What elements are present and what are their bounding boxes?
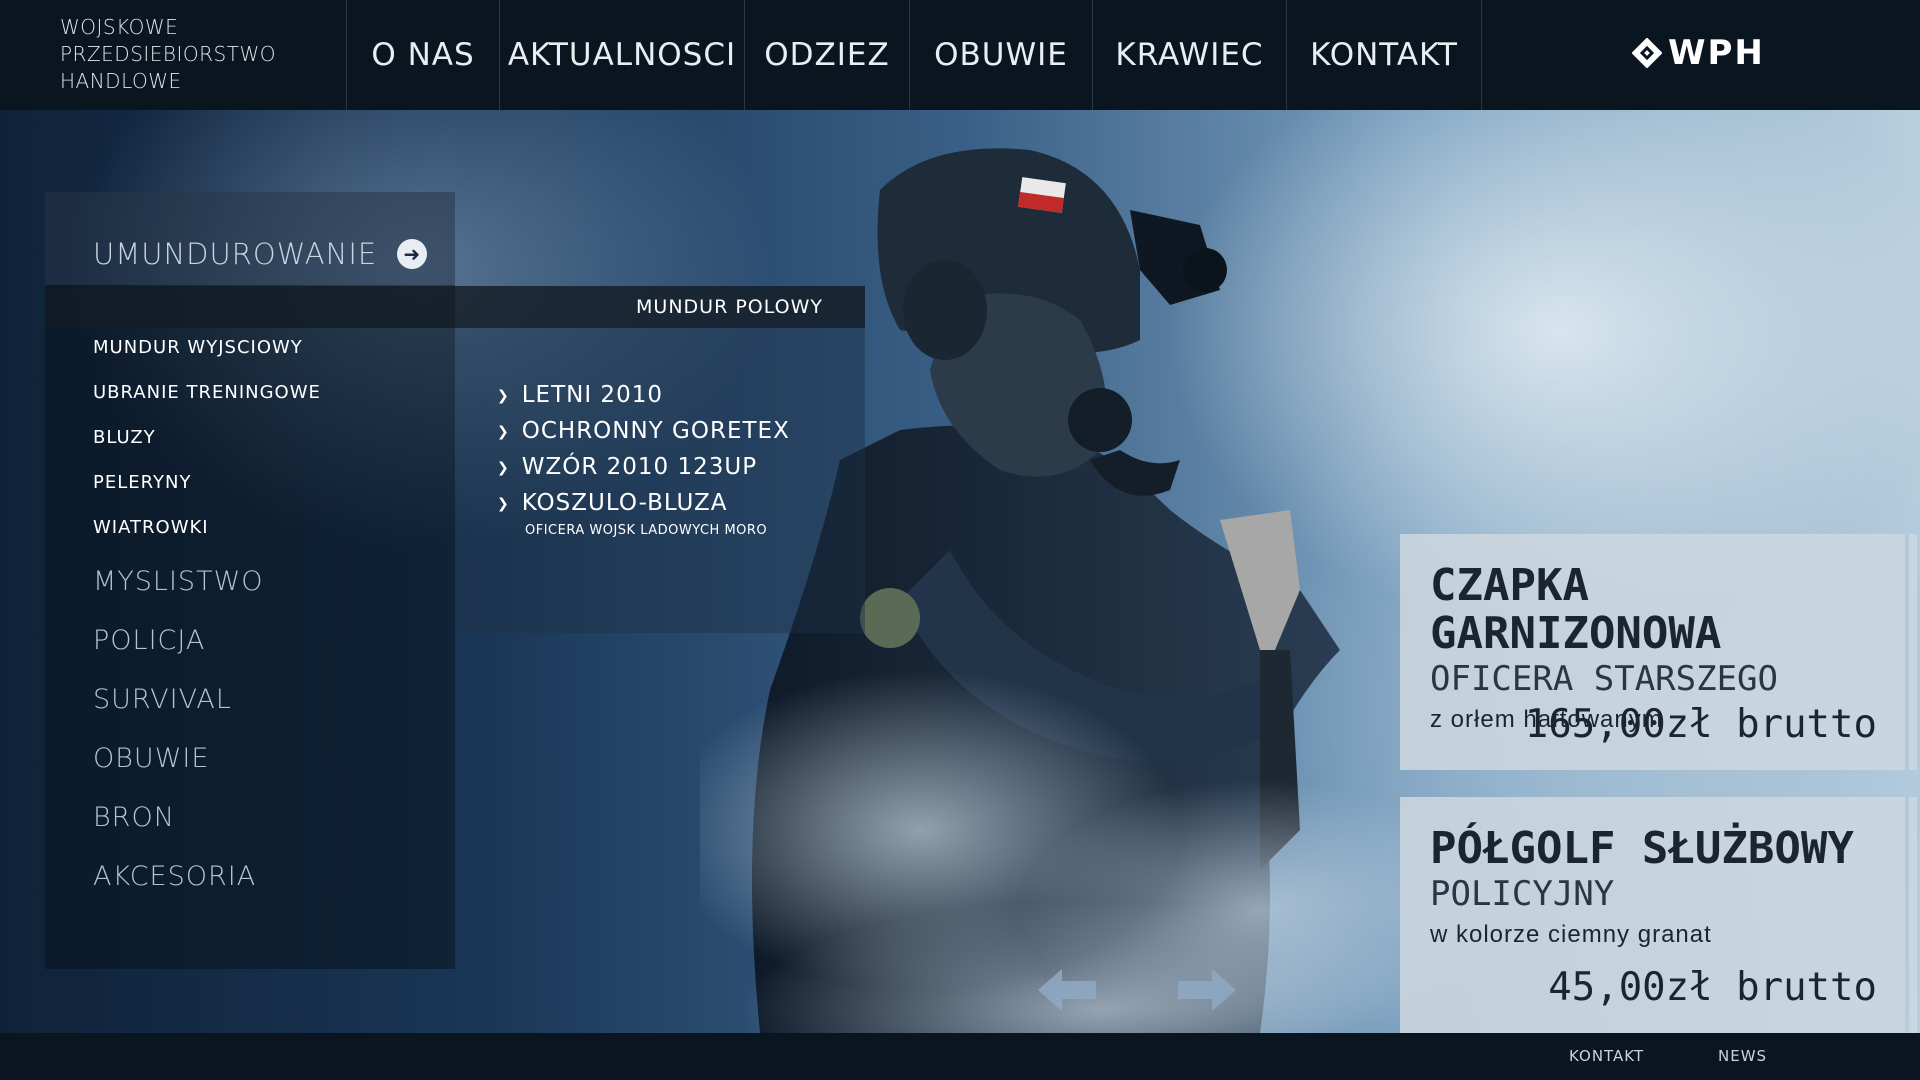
- submenu-item[interactable]: UBRANIE TRENINGOWE: [93, 382, 321, 427]
- product-link[interactable]: ❯ KOSZULO-BLUZA: [497, 490, 790, 526]
- logo-text: WPH: [1668, 33, 1765, 73]
- footer-bar: KONTAKT NEWS: [0, 1033, 1920, 1080]
- company-name-line: PRZEDSIEBIORSTWO: [60, 42, 276, 66]
- submenu-list: MUNDUR WYJSCIOWY UBRANIE TRENINGOWE BLUZ…: [93, 337, 321, 562]
- footer-link-news[interactable]: NEWS: [1718, 1047, 1767, 1065]
- nav-item-aktualnosci[interactable]: AKTUALNOSCI: [500, 0, 745, 110]
- card-edge: [1909, 534, 1917, 770]
- category-item[interactable]: SURVIVAL: [93, 684, 264, 743]
- card-edge: [1909, 797, 1917, 1033]
- product-link-label: WZÓR 2010 123UP: [521, 454, 758, 480]
- company-name-line: HANDLOWE: [60, 69, 182, 93]
- submenu-item[interactable]: BLUZY: [93, 427, 321, 472]
- product-link[interactable]: ❯ LETNI 2010: [497, 382, 790, 418]
- product-link-label: KOSZULO-BLUZA: [521, 490, 728, 516]
- category-item[interactable]: BRON: [93, 802, 264, 861]
- submenu-item[interactable]: MUNDUR WYJSCIOWY: [93, 337, 321, 382]
- nav-item-odziez[interactable]: ODZIEZ: [745, 0, 910, 110]
- product-link-label: LETNI 2010: [521, 382, 663, 408]
- product-title: PÓŁGOLF SŁUŻBOWY: [1430, 823, 1854, 874]
- submenu-item[interactable]: WIATROWKI: [93, 517, 321, 562]
- wph-emblem-icon: [1632, 38, 1662, 68]
- footer-link-kontakt[interactable]: KONTAKT: [1569, 1047, 1644, 1065]
- main-menu: O NAS AKTUALNOSCI ODZIEZ OBUWIE KRAWIEC …: [347, 0, 1482, 110]
- category-item[interactable]: AKCESORIA: [93, 861, 264, 920]
- product-link[interactable]: ❯ OCHRONNY GORETEX: [497, 418, 790, 454]
- chevron-right-icon: ❯: [497, 424, 510, 440]
- sidebar-item-active[interactable]: MUNDUR POLOWY: [45, 286, 865, 328]
- company-name[interactable]: WOJSKOWE PRZEDSIEBIORSTWO HANDLOWE: [0, 0, 347, 110]
- product-price: 45,00zł brutto: [1548, 965, 1877, 1010]
- company-name-line: WOJSKOWE: [60, 15, 179, 39]
- product-subtitle: OFICERA STARSZEGO: [1430, 659, 1778, 699]
- product-link-label: OCHRONNY GORETEX: [521, 418, 790, 444]
- category-list: MYSLISTWO POLICJA SURVIVAL OBUWIE BRON A…: [93, 566, 264, 920]
- arrow-right-icon[interactable]: [1176, 965, 1238, 1015]
- arrow-right-icon[interactable]: ➜: [397, 239, 428, 269]
- submenu-item[interactable]: PELERYNY: [93, 472, 321, 517]
- arrow-left-icon[interactable]: [1036, 965, 1098, 1015]
- product-link-list: ❯ LETNI 2010 ❯ OCHRONNY GORETEX ❯ WZÓR 2010…: [497, 382, 790, 526]
- product-card[interactable]: PÓŁGOLF SŁUŻBOWY POLICYJNY w kolorze cie…: [1400, 797, 1917, 1033]
- nav-item-obuwie[interactable]: OBUWIE: [910, 0, 1093, 110]
- product-description: w kolorze ciemny granat: [1430, 921, 1712, 948]
- chevron-right-icon: ❯: [497, 460, 510, 476]
- product-card[interactable]: CZAPKA GARNIZONOWA OFICERA STARSZEGO z o…: [1400, 534, 1917, 770]
- category-item[interactable]: MYSLISTWO: [93, 566, 264, 625]
- category-umundurowanie[interactable]: UMUNDUROWANIE ➜: [93, 237, 428, 271]
- nav-item-o-nas[interactable]: O NAS: [347, 0, 500, 110]
- category-label: UMUNDUROWANIE: [93, 237, 378, 271]
- product-title: CZAPKA GARNIZONOWA: [1430, 560, 1722, 659]
- wph-logo[interactable]: WPH: [1632, 33, 1765, 73]
- product-link[interactable]: ❯ WZÓR 2010 123UP: [497, 454, 790, 490]
- category-item[interactable]: POLICJA: [93, 625, 264, 684]
- product-note: OFICERA WOJSK LADOWYCH MORO: [525, 523, 768, 538]
- product-subtitle: POLICYJNY: [1430, 874, 1615, 914]
- product-price: 165,00zł brutto: [1524, 702, 1877, 747]
- chevron-right-icon: ❯: [497, 388, 510, 404]
- nav-item-kontakt[interactable]: KONTAKT: [1287, 0, 1482, 110]
- category-item[interactable]: OBUWIE: [93, 743, 264, 802]
- top-navigation-bar: WOJSKOWE PRZEDSIEBIORSTWO HANDLOWE O NAS…: [0, 0, 1920, 111]
- active-item-label: MUNDUR POLOWY: [636, 296, 823, 318]
- chevron-right-icon: ❯: [497, 496, 510, 512]
- nav-item-krawiec[interactable]: KRAWIEC: [1093, 0, 1287, 110]
